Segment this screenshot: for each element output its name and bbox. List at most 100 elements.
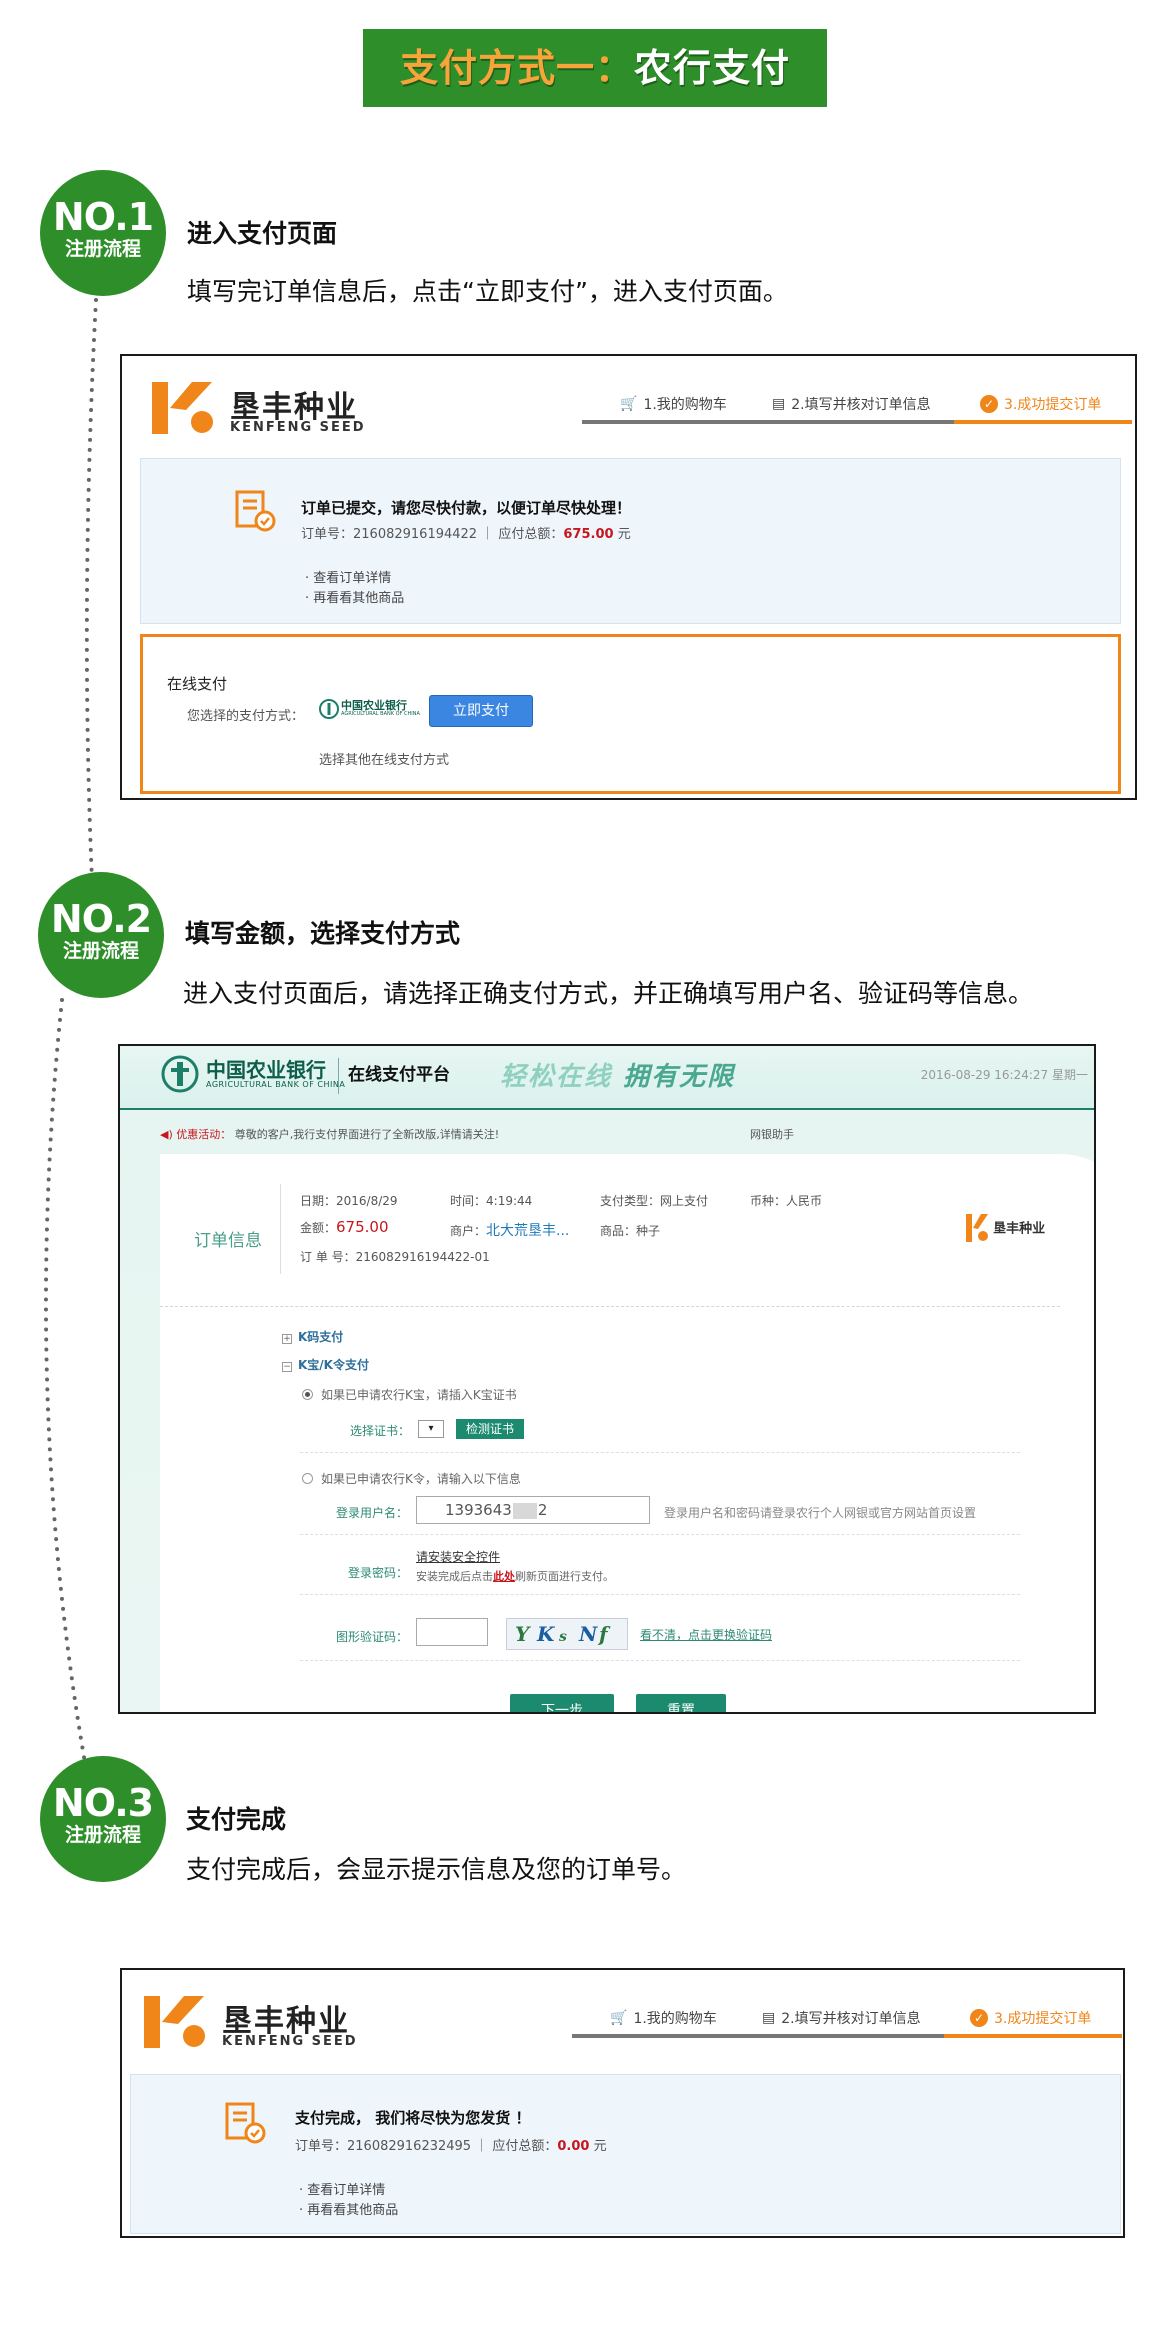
abc-header: 中国农业银行 AGRICULTURAL BANK OF CHINA 在线支付平台… — [120, 1046, 1094, 1110]
order-notice: 订单已提交，请您尽快付款，以便订单尽快处理！ 订单号：2160829161944… — [140, 458, 1121, 624]
username-input[interactable]: 1393643 2 — [416, 1496, 650, 1524]
check-cert-button[interactable]: 检测证书 — [456, 1419, 525, 1439]
view-order-link[interactable]: · 查看订单详情 — [299, 2179, 385, 2198]
step-number: NO.1 — [52, 195, 154, 239]
username-label: 登录用户名： — [336, 1506, 409, 1520]
next-step-button[interactable]: 下一步 — [510, 1694, 614, 1712]
order-number: 订 单 号：216082916194422-01 — [300, 1250, 490, 1264]
banner-method: 农行支付 — [634, 46, 791, 90]
abc-bank-en: AGRICULTURAL BANK OF CHINA — [206, 1080, 346, 1089]
order-info-divider — [280, 1184, 281, 1274]
captcha-label: 图形验证码： — [336, 1630, 409, 1644]
abc-bank-logo: 中国农业银行 AGRICULTURAL BANK OF CHINA — [319, 697, 423, 725]
kenfeng-k-icon — [144, 1996, 205, 2048]
step-1-desc: 填写完订单信息后，点击“立即支付”，进入支付页面。 — [187, 277, 788, 306]
order-info-label: 订单信息 — [194, 1231, 262, 1251]
browse-goods-link[interactable]: · 再看看其他商品 — [305, 587, 404, 606]
payment-complete-heading: 支付完成， 我们将尽快为您发货 ！ — [295, 2109, 531, 2127]
screenshot-order-submitted: 垦丰种业 KENFENG SEED 🛒 1.我的购物车 ▤ 2.填写并核对订单信息 … — [120, 354, 1137, 800]
order-doc-icon — [235, 490, 276, 532]
cart-icon: 🛒 — [620, 396, 638, 412]
order-notice-heading: 订单已提交，请您尽快付款，以便订单尽快处理！ — [301, 499, 632, 517]
order-time: 时间：4:19:44 — [450, 1194, 533, 1208]
step-3-badge: NO.3 注册流程 — [40, 1756, 166, 1882]
progress-step-submitted: ✓ 3.成功提交订单 — [970, 2008, 1091, 2028]
progress-step-submitted: ✓ 3.成功提交订单 — [980, 394, 1101, 414]
document-icon: ▤ — [772, 396, 786, 412]
title-banner: 支付方式一：农行支付 — [363, 29, 827, 107]
order-date: 日期：2016/8/29 — [300, 1194, 398, 1208]
promo-bar: ◀) 优惠活动： 尊敬的客户,我行支付界面进行了全新改版,详情请关注! — [160, 1128, 500, 1141]
kling-radio[interactable]: 如果已申请农行K令，请输入以下信息 — [302, 1470, 521, 1487]
cert-select[interactable]: ▾ — [418, 1420, 444, 1438]
step-2-title: 填写金额，选择支付方式 — [185, 919, 461, 948]
kbao-radio[interactable]: 如果已申请农行K宝，请插入K宝证书 — [302, 1386, 517, 1403]
row-divider — [300, 1594, 1020, 1595]
order-merchant: 商户：北大荒垦丰... — [450, 1223, 570, 1239]
order-progress: 🛒 1.我的购物车 ▤ 2.填写并核对订单信息 ✓ 3.成功提交订单 — [572, 2008, 1122, 2038]
platform-title: 在线支付平台 — [348, 1065, 450, 1085]
kenfeng-small-logo: 垦丰种业 — [966, 1214, 1045, 1242]
section-divider — [160, 1306, 1060, 1307]
banner-prefix: 支付方式一： — [399, 46, 634, 90]
step-1-title: 进入支付页面 — [187, 219, 338, 248]
progress-bar-active — [954, 420, 1132, 424]
order-number-line: 订单号：216082916232495 ｜ 应付总额：0.00 元 — [295, 2139, 607, 2154]
captcha-image[interactable]: Y K s N f — [506, 1618, 628, 1650]
bank-helper-link[interactable]: 网银助手 — [750, 1126, 794, 1142]
order-progress: 🛒 1.我的购物车 ▤ 2.填写并核对订单信息 ✓ 3.成功提交订单 — [582, 394, 1132, 424]
kenfeng-k-icon — [152, 382, 213, 434]
payment-complete-notice: 支付完成， 我们将尽快为您发货 ！ 订单号：216082916232495 ｜ … — [130, 2074, 1121, 2234]
browse-goods-link[interactable]: · 再看看其他商品 — [299, 2199, 398, 2218]
step-1-badge: NO.1 注册流程 — [40, 170, 166, 296]
payment-panel: 订单信息 日期：2016/8/29 时间：4:19:44 支付类型：网上支付 币… — [160, 1154, 1094, 1712]
step-sub: 注册流程 — [64, 1824, 141, 1846]
pay-now-button[interactable]: 立即支付 — [429, 695, 533, 727]
kenfeng-en: KENFENG SEED — [230, 420, 366, 435]
header-datetime: 2016-08-29 16:24:27 星期一 — [920, 1068, 1088, 1082]
check-circle-icon: ✓ — [980, 395, 998, 413]
row-divider — [300, 1660, 1020, 1661]
username-hint: 登录用户名和密码请登录农行个人网银或官方网站首页设置 — [664, 1506, 977, 1520]
order-currency: 币种：人民币 — [750, 1194, 823, 1208]
online-payment-box: 在线支付 您选择的支付方式： 中国农业银行 AGRICULTURAL BANK … — [140, 634, 1121, 794]
install-control-link[interactable]: 请安装安全控件 — [416, 1548, 500, 1565]
other-methods-link[interactable]: 选择其他在线支付方式 — [319, 749, 449, 768]
kbao-pay-option[interactable]: − K宝/K令支付 — [282, 1356, 369, 1373]
abc-emblem-icon — [161, 1055, 199, 1093]
row-divider — [300, 1534, 1020, 1535]
check-circle-icon: ✓ — [970, 2009, 988, 2027]
slogan: 轻松在线 拥有无限 — [500, 1062, 736, 1092]
order-number-line: 订单号：216082916194422 ｜ 应付总额：675.00 元 — [301, 527, 631, 542]
password-label: 登录密码： — [348, 1566, 409, 1580]
document-icon: ▤ — [762, 2010, 776, 2026]
step-2-desc: 进入支付页面后，请选择正确支付方式，并正确填写用户名、验证码等信息。 — [183, 979, 1034, 1008]
refresh-captcha-link[interactable]: 看不清，点击更换验证码 — [640, 1626, 772, 1643]
cert-label: 选择证书： — [350, 1424, 411, 1438]
progress-bar-active — [944, 2034, 1122, 2038]
abc-emblem-icon — [319, 699, 339, 719]
refresh-tip: 安装完成后点击此处刷新页面进行支付。 — [416, 1570, 614, 1583]
order-pay-type: 支付类型：网上支付 — [600, 1194, 709, 1208]
order-amount: 金额：675.00 — [300, 1218, 389, 1236]
order-goods: 商品：种子 — [600, 1224, 661, 1238]
kcode-pay-option[interactable]: + K码支付 — [282, 1328, 343, 1345]
progress-step-verify: ▤ 2.填写并核对订单信息 — [772, 396, 931, 413]
abc-bank-name: 中国农业银行 — [206, 1058, 326, 1082]
screenshot-payment-complete: 垦丰种业 KENFENG SEED 🛒 1.我的购物车 ▤ 2.填写并核对订单信息 … — [120, 1968, 1125, 2238]
refresh-here-link[interactable]: 此处 — [493, 1570, 515, 1583]
step-number: NO.3 — [52, 1781, 154, 1825]
step-sub: 注册流程 — [64, 238, 141, 260]
step-3-title: 支付完成 — [186, 1805, 287, 1834]
header-divider — [338, 1058, 339, 1094]
reset-button[interactable]: 重置 — [636, 1694, 726, 1712]
step-3-desc: 支付完成后，会显示提示信息及您的订单号。 — [186, 1855, 687, 1884]
order-doc-icon — [225, 2102, 266, 2144]
progress-step-verify: ▤ 2.填写并核对订单信息 — [762, 2010, 921, 2027]
step-sub: 注册流程 — [62, 940, 139, 962]
row-divider — [300, 1452, 1020, 1453]
captcha-input[interactable] — [416, 1618, 488, 1646]
step-number: NO.2 — [50, 897, 152, 941]
view-order-link[interactable]: · 查看订单详情 — [305, 567, 391, 586]
kenfeng-k-icon — [966, 1214, 988, 1242]
